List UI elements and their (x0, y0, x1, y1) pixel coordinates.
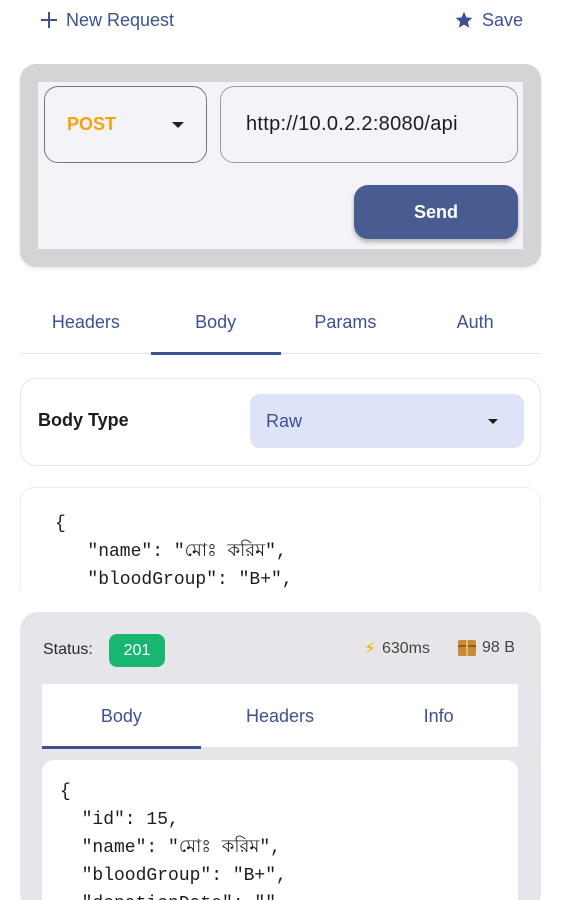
save-label: Save (481, 9, 523, 30)
dropdown-arrow-icon (488, 418, 498, 424)
body-type-label: Body Type (38, 410, 129, 430)
method-label: POST (67, 114, 117, 134)
save-button[interactable]: Save (454, 6, 523, 34)
tab-auth[interactable]: Auth (410, 296, 540, 353)
dropdown-arrow-icon (172, 121, 184, 128)
response-tab-headers[interactable]: Headers (201, 684, 360, 747)
tab-body[interactable]: Body (150, 296, 281, 355)
response-card: Status: 201 ⚡ 630ms 98 B Body Headers In… (20, 612, 541, 900)
new-request-button[interactable]: New Request (40, 6, 174, 34)
response-time: ⚡ 630ms (364, 639, 430, 659)
request-tabs: Headers Body Params Auth (21, 296, 540, 355)
response-size: 98 B (458, 639, 515, 657)
url-field[interactable] (220, 86, 518, 163)
tab-params[interactable]: Params (281, 296, 411, 353)
response-tabs: Body Headers Info (42, 684, 518, 749)
body-type-value: Raw (266, 410, 303, 431)
response-time-value: 630ms (381, 640, 430, 657)
response-body-content: { "id": 15, "name": "মোঃ করিম", "bloodGr… (60, 782, 287, 900)
method-dropdown[interactable]: POST (44, 86, 207, 163)
top-bar: New Request Save (0, 0, 563, 40)
send-button[interactable]: Send (354, 185, 518, 239)
status-badge: 201 (109, 634, 165, 667)
body-type-card: Body Type Raw (20, 378, 541, 466)
response-size-value: 98 B (482, 639, 515, 656)
request-card: POST Send (20, 64, 541, 267)
status-label: Status: (43, 641, 93, 658)
request-panel: POST Send (38, 82, 523, 249)
tab-headers[interactable]: Headers (21, 296, 151, 353)
body-editor-content: { "name": "মোঃ করিম", "bloodGroup": "B+"… (55, 514, 293, 589)
plus-icon (40, 11, 58, 29)
url-input[interactable] (246, 113, 517, 136)
package-icon (458, 640, 476, 656)
new-request-label: New Request (66, 9, 175, 30)
body-type-dropdown[interactable]: Raw (250, 394, 524, 448)
body-editor[interactable]: { "name": "মোঃ করিম", "bloodGroup": "B+"… (20, 487, 541, 589)
lightning-icon: ⚡ (364, 639, 376, 658)
star-icon (454, 10, 474, 30)
response-tab-body[interactable]: Body (42, 684, 201, 749)
response-tab-info[interactable]: Info (359, 684, 518, 747)
response-body-viewer[interactable]: { "id": 15, "name": "মোঃ করিম", "bloodGr… (42, 760, 518, 900)
